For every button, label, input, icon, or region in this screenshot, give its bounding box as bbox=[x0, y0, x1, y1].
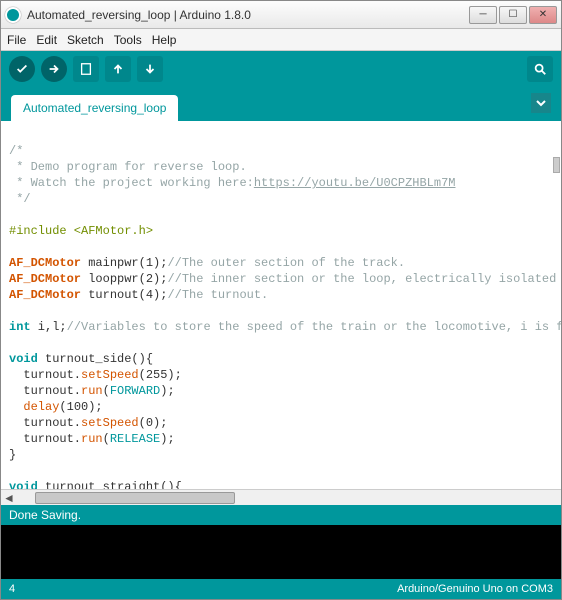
code-text: turnout. bbox=[9, 368, 81, 382]
code-text bbox=[9, 400, 23, 414]
code-text: (255); bbox=[139, 368, 182, 382]
code-text: } bbox=[9, 448, 16, 462]
arrow-up-icon bbox=[111, 62, 125, 76]
code-text: void bbox=[9, 352, 38, 366]
code-text: ); bbox=[160, 432, 174, 446]
code-text: ); bbox=[160, 384, 174, 398]
titlebar[interactable]: Automated_reversing_loop | Arduino 1.8.0… bbox=[1, 1, 561, 29]
code-link[interactable]: https://youtu.be/U0CPZHBLm7M bbox=[254, 176, 456, 190]
menu-sketch[interactable]: Sketch bbox=[67, 33, 104, 47]
code-editor[interactable]: /* * Demo program for reverse loop. * Wa… bbox=[1, 121, 561, 489]
menubar: File Edit Sketch Tools Help bbox=[1, 29, 561, 51]
window-controls: ─ ☐ ✕ bbox=[467, 6, 557, 24]
file-icon bbox=[79, 62, 93, 76]
tabbar: Automated_reversing_loop bbox=[1, 87, 561, 121]
code-text: //The turnout. bbox=[167, 288, 268, 302]
code-text: (100); bbox=[59, 400, 102, 414]
menu-help[interactable]: Help bbox=[152, 33, 177, 47]
code-text: FORWARD bbox=[110, 384, 160, 398]
horizontal-scrollbar[interactable]: ◄ bbox=[1, 489, 561, 505]
code-text: ( bbox=[103, 432, 110, 446]
serial-monitor-button[interactable] bbox=[527, 56, 553, 82]
code-text: /* bbox=[9, 144, 23, 158]
scrollbar-thumb[interactable] bbox=[35, 492, 235, 504]
code-text: //The inner section or the loop, electri… bbox=[167, 272, 561, 286]
verify-button[interactable] bbox=[9, 56, 35, 82]
code-text: turnout. bbox=[9, 384, 81, 398]
arrow-down-icon bbox=[143, 62, 157, 76]
code-text: i,l; bbox=[31, 320, 67, 334]
menu-tools[interactable]: Tools bbox=[114, 33, 142, 47]
close-button[interactable]: ✕ bbox=[529, 6, 557, 24]
code-text: * Demo program for reverse loop. bbox=[9, 160, 247, 174]
code-text: */ bbox=[9, 192, 31, 206]
scroll-left-icon[interactable]: ◄ bbox=[1, 491, 17, 505]
footer-bar: 4 Arduino/Genuino Uno on COM3 bbox=[1, 579, 561, 599]
code-text: turnout. bbox=[9, 432, 81, 446]
menu-file[interactable]: File bbox=[7, 33, 26, 47]
code-text: ( bbox=[103, 384, 110, 398]
code-text: looppwr(2); bbox=[81, 272, 167, 286]
sketch-tab[interactable]: Automated_reversing_loop bbox=[11, 95, 178, 121]
save-button[interactable] bbox=[137, 56, 163, 82]
code-text: run bbox=[81, 384, 103, 398]
code-text: AF_DCMotor bbox=[9, 272, 81, 286]
code-text: //Variables to store the speed of the tr… bbox=[67, 320, 561, 334]
code-text: #include <AFMotor.h> bbox=[9, 224, 153, 238]
chevron-down-icon bbox=[536, 98, 546, 108]
window-title: Automated_reversing_loop | Arduino 1.8.0 bbox=[27, 8, 467, 22]
line-number: 4 bbox=[9, 583, 15, 595]
code-text: (0); bbox=[139, 416, 168, 430]
arrow-right-icon bbox=[47, 62, 61, 76]
code-text: setSpeed bbox=[81, 368, 139, 382]
code-text: run bbox=[81, 432, 103, 446]
status-text: Done Saving. bbox=[9, 508, 81, 522]
code-text: int bbox=[9, 320, 31, 334]
code-text: mainpwr(1); bbox=[81, 256, 167, 270]
upload-button[interactable] bbox=[41, 56, 67, 82]
toolbar bbox=[1, 51, 561, 87]
code-text: turnout. bbox=[9, 416, 81, 430]
code-text: AF_DCMotor bbox=[9, 288, 81, 302]
code-text: setSpeed bbox=[81, 416, 139, 430]
console-output[interactable] bbox=[1, 525, 561, 579]
minimize-button[interactable]: ─ bbox=[469, 6, 497, 24]
code-text: turnout_straight(){ bbox=[38, 480, 182, 489]
code-text: void bbox=[9, 480, 38, 489]
board-port-label: Arduino/Genuino Uno on COM3 bbox=[397, 583, 553, 595]
app-window: Automated_reversing_loop | Arduino 1.8.0… bbox=[0, 0, 562, 600]
check-icon bbox=[15, 62, 29, 76]
editor-area: /* * Demo program for reverse loop. * Wa… bbox=[1, 121, 561, 505]
tab-menu-button[interactable] bbox=[531, 93, 551, 113]
status-bar: Done Saving. bbox=[1, 505, 561, 525]
scroll-marker[interactable] bbox=[553, 157, 560, 173]
arduino-icon bbox=[5, 7, 21, 23]
menu-edit[interactable]: Edit bbox=[36, 33, 57, 47]
new-button[interactable] bbox=[73, 56, 99, 82]
code-text: turnout_side(){ bbox=[38, 352, 153, 366]
code-text: RELEASE bbox=[110, 432, 160, 446]
code-text: //The outer section of the track. bbox=[167, 256, 405, 270]
open-button[interactable] bbox=[105, 56, 131, 82]
magnifier-icon bbox=[533, 62, 547, 76]
maximize-button[interactable]: ☐ bbox=[499, 6, 527, 24]
code-text: delay bbox=[23, 400, 59, 414]
code-text: * Watch the project working here: bbox=[9, 176, 254, 190]
code-text: AF_DCMotor bbox=[9, 256, 81, 270]
code-text: turnout(4); bbox=[81, 288, 167, 302]
